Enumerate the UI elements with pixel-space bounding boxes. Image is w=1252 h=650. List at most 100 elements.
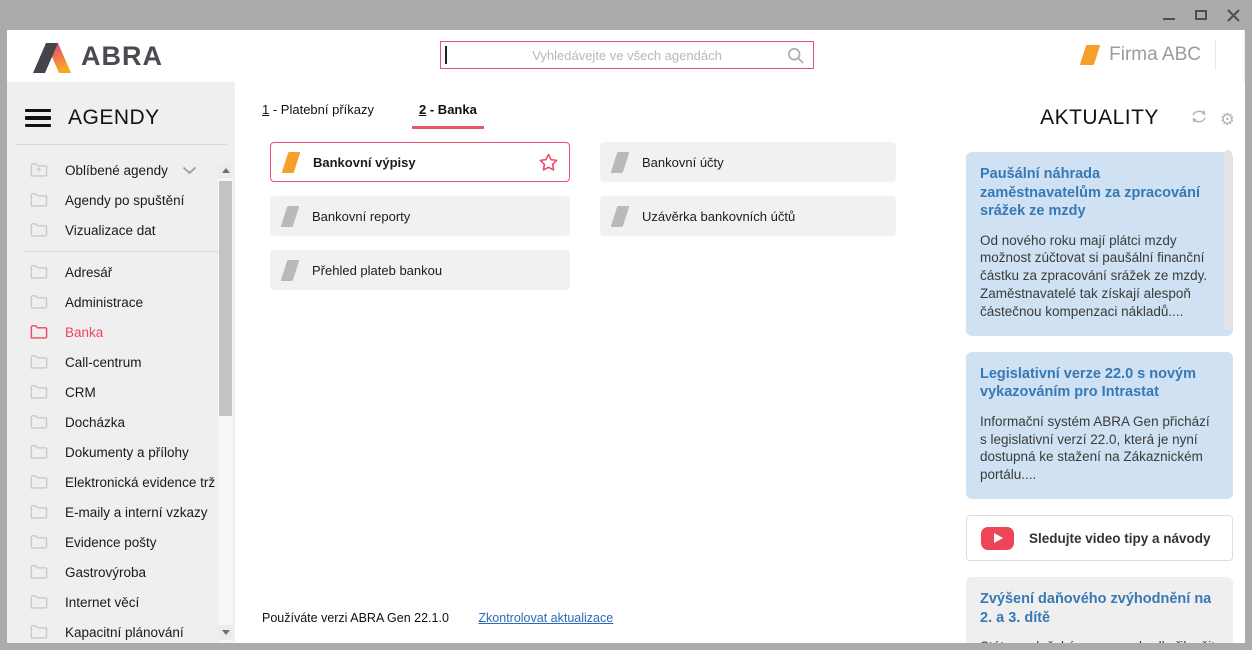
news-card-title: Paušální náhrada zaměstnavatelům za zpra… [980,165,1219,221]
sidebar-item-label: Vizualizace dat [65,223,156,238]
sidebar-item-label: Internet věcí [65,595,139,610]
sidebar-item-label: CRM [65,385,96,400]
minimize-button[interactable] [1160,6,1178,24]
folder-plus-icon [30,162,48,178]
news-card-body: Stát se v loňském roce rozhodl přilepšit [980,638,1219,643]
refresh-icon[interactable] [1190,109,1208,129]
workspace-tab-1[interactable]: 1 - Platební příkazy [255,100,381,129]
agenda-tile[interactable]: Přehled plateb bankou [270,250,570,290]
agenda-icon [281,206,300,227]
sidebar-item[interactable]: E-maily a interní vzkazy [7,497,235,527]
app-header: ABRA Firma ABC [7,30,1245,82]
abra-logo: ABRA [30,39,163,73]
app-window: ABRA Firma ABC AGENDY Oblíbené agendyAge… [7,30,1245,643]
sidebar-item-label: Banka [65,325,103,340]
sidebar-item[interactable]: Administrace [7,287,235,317]
sidebar-item[interactable]: CRM [7,377,235,407]
video-link-card[interactable]: Sledujte video tipy a návody [966,515,1233,561]
sidebar-item[interactable]: Elektronická evidence trž [7,467,235,497]
scroll-down-arrow-icon[interactable] [218,625,233,640]
folder-icon [30,294,48,310]
company-name: Firma ABC [1109,44,1201,66]
sidebar-item[interactable]: Adresář [7,257,235,287]
version-text: Používáte verzi ABRA Gen 22.1.0 [262,611,449,625]
agenda-tile-label: Přehled plateb bankou [312,263,442,278]
folder-icon [30,444,48,460]
search-icon[interactable] [787,47,805,70]
company-icon [1080,45,1100,65]
sidebar-item[interactable]: Docházka [7,407,235,437]
sidebar-item[interactable]: Gastrovýroba [7,557,235,587]
agenda-icon [282,152,301,173]
agenda-tile-label: Bankovní reporty [312,209,410,224]
sidebar-item-label: Administrace [65,295,143,310]
news-card-body: Od nového roku mají plátci mzdy možnost … [980,232,1219,321]
sidebar-item-label: Docházka [65,415,125,430]
sidebar-agendas: AGENDY Oblíbené agendyAgendy po spuštění… [7,82,235,643]
search-input[interactable] [441,42,813,68]
sidebar-item[interactable]: Oblíbené agendy [7,155,235,185]
sidebar-item[interactable]: Evidence pošty [7,527,235,557]
favorite-star-icon[interactable] [538,152,559,173]
sidebar-list: Oblíbené agendyAgendy po spuštění Vizuali… [7,155,235,643]
chevron-down-icon[interactable] [182,166,197,175]
news-card[interactable]: Legislativní verze 22.0 s novým vykazová… [966,352,1233,499]
maximize-icon [1195,10,1207,20]
news-card-title: Zvýšení daňového zvýhodnění na 2. a 3. d… [980,590,1219,627]
close-button[interactable] [1224,6,1242,24]
sidebar-item[interactable]: Dokumenty a přílohy [7,437,235,467]
agenda-tile[interactable]: Bankovní výpisy [270,142,570,182]
agenda-icon [611,152,630,173]
status-line: Používáte verzi ABRA Gen 22.1.0 Zkontrol… [262,611,613,625]
sidebar-group-divider [23,251,227,252]
news-card-body: Informační systém ABRA Gen přichází s le… [980,413,1219,484]
folder-icon [30,504,48,520]
sidebar-item[interactable]: Call-centrum [7,347,235,377]
maximize-button[interactable] [1192,6,1210,24]
window-frame: ABRA Firma ABC AGENDY Oblíbené agendyAge… [0,0,1252,650]
abra-logo-icon [30,39,71,73]
news-scrollbar-thumb[interactable] [1224,150,1232,330]
sidebar-scrollbar[interactable] [218,163,233,643]
sidebar-item-label: Kapacitní plánování [65,625,184,640]
check-updates-link[interactable]: Zkontrolovat aktualizace [478,611,613,625]
sidebar-item-label: Elektronická evidence trž [65,475,215,490]
sidebar-item-label: E-maily a interní vzkazy [65,505,208,520]
sidebar-divider [15,144,227,145]
folder-icon [30,324,48,340]
folder-icon [30,564,48,580]
agenda-tile[interactable]: Bankovní účty [600,142,896,182]
tab-label: - Platební příkazy [269,102,374,117]
menu-hamburger-icon[interactable] [25,109,51,128]
agenda-tile-label: Uzávěrka bankovních účtů [642,209,795,224]
abra-logo-text: ABRA [81,41,163,72]
agenda-icon [281,260,300,281]
global-search[interactable] [440,41,814,69]
sidebar-item[interactable]: Internet věcí [7,587,235,617]
scroll-up-arrow-icon[interactable] [218,163,233,178]
folder-icon [30,222,48,238]
folder-icon [30,534,48,550]
sidebar-item[interactable]: Vizualizace dat [7,215,235,245]
agenda-tile[interactable]: Bankovní reporty [270,196,570,236]
workspace-tab-2[interactable]: 2 - Banka [412,100,484,129]
tab-label: - Banka [426,102,477,117]
news-card[interactable]: Zvýšení daňového zvýhodnění na 2. a 3. d… [966,577,1233,643]
sidebar-item[interactable]: Agendy po spuštění [7,185,235,215]
sidebar-item[interactable]: Banka [7,317,235,347]
text-caret [445,46,447,64]
news-card[interactable]: Paušální náhrada zaměstnavatelům za zpra… [966,152,1233,336]
window-titlebar[interactable] [0,0,1252,30]
folder-icon [30,414,48,430]
sidebar-item-label: Gastrovýroba [65,565,146,580]
sidebar-item[interactable]: Kapacitní plánování [7,617,235,643]
company-selector[interactable]: Firma ABC [1083,40,1216,70]
video-link-label: Sledujte video tipy a návody [1029,531,1211,546]
folder-icon [30,594,48,610]
agenda-tile-label: Bankovní účty [642,155,724,170]
gear-icon[interactable]: ⚙ [1220,111,1233,128]
agenda-tile[interactable]: Uzávěrka bankovních účtů [600,196,896,236]
sidebar-item-label: Evidence pošty [65,535,157,550]
folder-icon [30,354,48,370]
sidebar-scrollbar-thumb[interactable] [219,181,232,416]
